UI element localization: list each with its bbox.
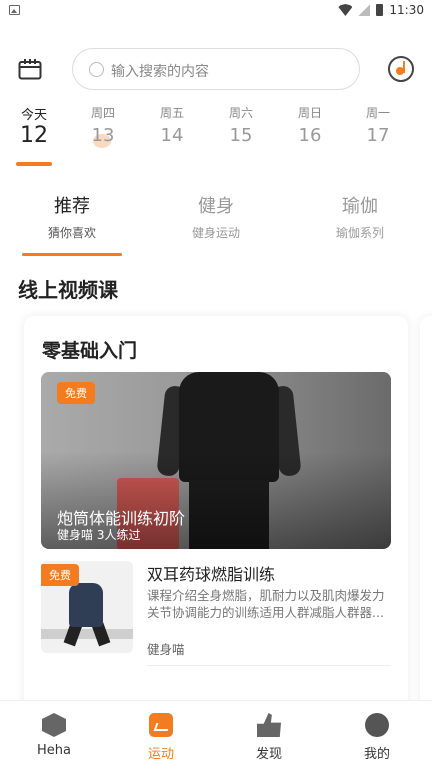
search-placeholder: 输入搜索的内容 <box>111 64 209 80</box>
free-badge: 免费 <box>41 564 79 586</box>
nav-heha[interactable]: Heha <box>24 713 84 758</box>
day-name: 周四 <box>90 106 115 120</box>
battery-icon <box>376 4 384 16</box>
top-header: 输入搜索的内容 <box>0 46 432 92</box>
thumbs-up-icon <box>257 713 281 737</box>
calendar-icon[interactable] <box>18 58 42 80</box>
divider <box>147 665 391 666</box>
nav-label: Heha <box>37 743 71 758</box>
day-sat[interactable]: 周六 15 <box>219 104 263 146</box>
wifi-icon <box>338 4 353 16</box>
search-icon <box>89 62 104 77</box>
free-badge: 免费 <box>57 382 95 404</box>
day-date: 15 <box>229 125 253 146</box>
day-name: 周日 <box>297 106 322 120</box>
day-thu[interactable]: 周四 13 <box>81 104 125 146</box>
day-name: 今天 <box>20 108 47 123</box>
music-icon[interactable] <box>388 56 414 82</box>
day-today[interactable]: 今天 12 <box>12 104 56 148</box>
nav-discover[interactable]: 发现 <box>239 713 299 762</box>
day-date: 17 <box>366 125 390 146</box>
day-date: 13 <box>91 125 115 146</box>
day-date: 12 <box>20 123 48 148</box>
nav-label: 运动 <box>147 747 174 762</box>
nav-sport[interactable]: 运动 <box>131 713 191 762</box>
category-tabs: 推荐 猜你喜欢 健身 健身运动 瑜伽 瑜伽系列 <box>0 192 432 258</box>
nav-label: 发现 <box>255 747 282 762</box>
course-thumbnail: 免费 <box>41 561 133 653</box>
bottom-nav: Heha 运动 发现 我的 <box>0 700 432 768</box>
item-description: 课程介绍全身燃脂，肌耐力以及肌肉爆发力关节协调能力的训练适用人群减脂人群器... <box>147 588 385 620</box>
featured-course[interactable]: 免费 炮筒体能训练初阶 健身喵 3人练过 <box>41 372 391 549</box>
gallery-notification-icon <box>9 5 20 15</box>
tab-sublabel: 瑜伽系列 <box>335 226 384 240</box>
tab-label: 健身 <box>198 196 234 217</box>
today-indicator <box>16 162 52 166</box>
day-name: 周一 <box>365 106 390 120</box>
tab-label: 瑜伽 <box>342 196 378 217</box>
item-author: 健身喵 <box>147 642 185 657</box>
nav-label: 我的 <box>363 747 390 762</box>
day-name: 周六 <box>228 106 253 120</box>
tab-recommend[interactable]: 推荐 猜你喜欢 <box>17 192 127 241</box>
active-tab-indicator <box>22 253 122 256</box>
day-mon[interactable]: 周一 17 <box>356 104 400 146</box>
card-title: 零基础入门 <box>42 340 138 362</box>
hexagon-icon <box>42 713 66 737</box>
clipboard-check-icon <box>149 713 173 737</box>
section-title: 线上视频课 <box>18 278 118 302</box>
week-selector: 今天 12 周四 13 周五 14 周六 15 周日 16 周一 17 <box>0 104 432 170</box>
tab-sublabel: 猜你喜欢 <box>47 226 96 240</box>
list-item[interactable]: 免费 双耳药球燃脂训练 课程介绍全身燃脂，肌耐力以及肌肉爆发力关节协调能力的训练… <box>41 561 391 666</box>
course-card[interactable]: 零基础入门 免费 炮筒体能训练初阶 健身喵 3人练过 免费 双耳药球燃脂训练 课… <box>24 316 408 716</box>
day-date: 16 <box>298 125 322 146</box>
featured-meta: 健身喵 3人练过 <box>57 528 141 542</box>
search-input[interactable]: 输入搜索的内容 <box>72 48 360 90</box>
tab-label: 推荐 <box>54 196 90 217</box>
item-title: 双耳药球燃脂训练 <box>147 565 276 584</box>
status-bar: 11:30 <box>0 0 432 22</box>
tab-yoga[interactable]: 瑜伽 瑜伽系列 <box>305 192 415 241</box>
day-name: 周五 <box>159 106 184 120</box>
day-fri[interactable]: 周五 14 <box>150 104 194 146</box>
nav-mine[interactable]: 我的 <box>347 713 407 762</box>
day-date: 14 <box>160 125 184 146</box>
day-sun[interactable]: 周日 16 <box>288 104 332 146</box>
tab-sublabel: 健身运动 <box>191 226 240 240</box>
profile-ball-icon <box>365 713 389 737</box>
status-time: 11:30 <box>389 3 424 17</box>
no-signal-icon <box>358 4 371 16</box>
tab-fitness[interactable]: 健身 健身运动 <box>161 192 271 241</box>
next-card-peek[interactable] <box>420 316 432 716</box>
